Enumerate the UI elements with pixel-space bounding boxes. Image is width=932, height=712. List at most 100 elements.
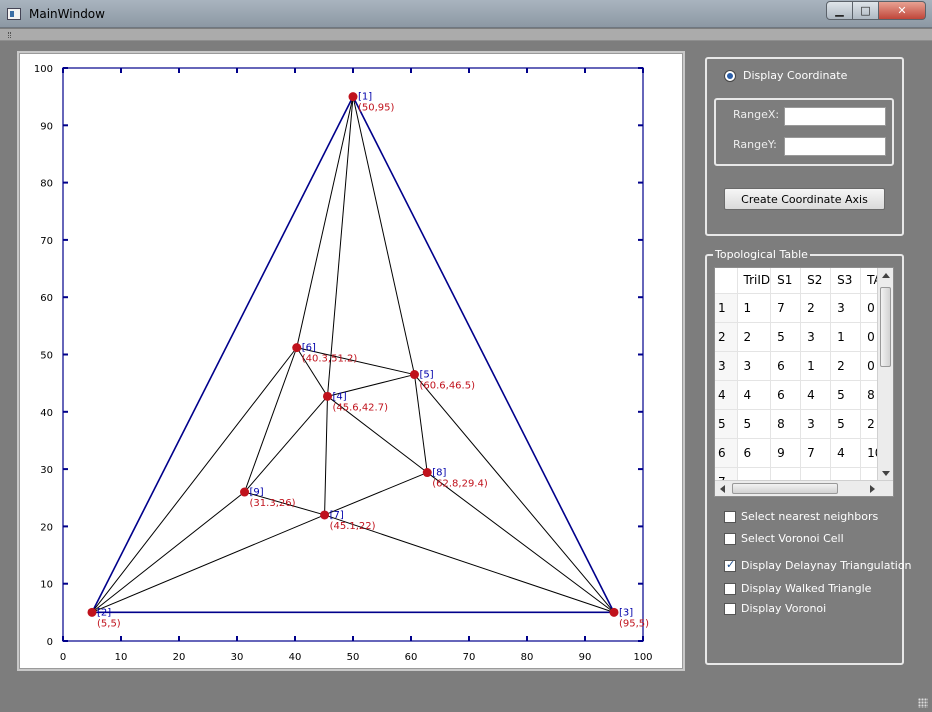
y-tick-label: 40 [40, 408, 53, 419]
y-tick-label: 50 [40, 351, 53, 362]
triangulation-edge [426, 472, 615, 613]
checkbox-box[interactable] [724, 532, 736, 545]
table-cell[interactable]: 2 [737, 322, 772, 352]
table-row[interactable]: 5 5 8 3 5 2 [715, 409, 886, 439]
table-cell[interactable]: 1 [737, 293, 772, 323]
table-cell[interactable]: 5 [830, 409, 862, 439]
table-cell[interactable]: 4 [800, 380, 832, 410]
point-coordinate-label: (62.8,29.4) [432, 479, 488, 490]
scroll-right-arrow-icon[interactable] [870, 485, 875, 493]
y-tick-label: 0 [47, 637, 53, 648]
y-tick-label: 100 [34, 64, 53, 75]
display-coordinate-radio[interactable]: Display Coordinate [724, 69, 847, 82]
column-header[interactable]: S3 [830, 268, 862, 294]
point-id-label: [7] [330, 510, 344, 521]
y-tick-label: 90 [40, 121, 53, 132]
table-horizontal-scrollbar[interactable] [715, 480, 893, 496]
close-button[interactable]: ✕ [879, 1, 926, 20]
table-cell[interactable]: 6 [770, 380, 802, 410]
point-id-label: [5] [419, 370, 433, 381]
table-cell[interactable]: 6 [770, 351, 802, 381]
table-row[interactable]: 3 3 6 1 2 0 [715, 351, 886, 381]
create-coordinate-axis-button[interactable]: Create Coordinate Axis [724, 188, 885, 210]
table-cell[interactable]: 5 [770, 322, 802, 352]
table-cell[interactable]: 3 [737, 351, 772, 381]
data-point [320, 510, 330, 520]
walked-triangle-checkbox[interactable]: Display Walked Triangle [724, 582, 871, 595]
horizontal-scroll-thumb[interactable] [732, 483, 838, 494]
row-header[interactable]: 4 [715, 380, 738, 410]
checkbox-box[interactable] [724, 582, 736, 595]
column-header[interactable]: TriID [737, 268, 772, 294]
table-vertical-scrollbar[interactable] [877, 268, 893, 481]
table-cell[interactable]: 3 [800, 322, 832, 352]
row-header[interactable]: 5 [715, 409, 738, 439]
y-tick-label: 10 [40, 580, 53, 591]
resize-grip-icon[interactable] [918, 698, 928, 708]
scroll-up-arrow-icon[interactable] [882, 273, 890, 278]
table-cell[interactable]: 7 [770, 293, 802, 323]
table-row[interactable]: 6 6 9 7 4 10 [715, 438, 886, 468]
table-cell[interactable]: 3 [800, 409, 832, 439]
x-tick-label: 20 [173, 652, 186, 663]
table-cell[interactable]: 5 [737, 409, 772, 439]
data-point [348, 92, 358, 102]
voronoi-cell-checkbox[interactable]: Select Voronoi Cell [724, 532, 844, 545]
checkbox-box[interactable] [724, 510, 736, 523]
minimize-button[interactable]: ▁ [826, 1, 853, 20]
table-cell[interactable]: 2 [800, 293, 832, 323]
point-coordinate-label: (95,5) [619, 618, 649, 629]
y-tick-label: 70 [40, 236, 53, 247]
row-header[interactable]: 6 [715, 438, 738, 468]
column-header[interactable]: S2 [800, 268, 832, 294]
triangulation-plot[interactable]: 0 10 20 30 40 50 60 70 80 90 100 0 10 20 30 40 50 60 70 80 9… [19, 53, 683, 669]
table-row[interactable]: 4 4 6 4 5 8 [715, 380, 886, 410]
checkbox-box[interactable] [724, 602, 736, 615]
maximize-button[interactable]: □ [853, 1, 879, 20]
title-bar: MainWindow ▁ □ ✕ [0, 0, 932, 28]
table-cell[interactable]: 2 [830, 351, 862, 381]
x-tick-label: 50 [347, 652, 360, 663]
triangulation-edge [91, 514, 325, 613]
table-cell[interactable]: 1 [830, 322, 862, 352]
table-cell[interactable]: 1 [800, 351, 832, 381]
scroll-left-arrow-icon[interactable] [720, 485, 725, 493]
window-title: MainWindow [29, 7, 105, 21]
point-id-label: [8] [432, 468, 446, 479]
toolbar-grip-icon[interactable] [8, 32, 11, 38]
table-row[interactable]: 1 1 7 2 3 0 [715, 293, 886, 323]
display-coordinate-label: Display Coordinate [743, 69, 848, 82]
triangulation-edge [244, 347, 298, 493]
range-x-input[interactable] [784, 107, 886, 126]
vertical-scroll-thumb[interactable] [880, 287, 891, 367]
topological-table[interactable]: TriID S1 S2 S3 TA 1 1 7 2 3 0 2 2 5 3 1 [714, 267, 894, 497]
table-cell[interactable]: 9 [770, 438, 802, 468]
scroll-down-arrow-icon[interactable] [882, 471, 890, 476]
data-point [322, 391, 332, 401]
row-header[interactable]: 2 [715, 322, 738, 352]
table-row[interactable]: 2 2 5 3 1 0 [715, 322, 886, 352]
table-cell[interactable]: 6 [737, 438, 772, 468]
row-header[interactable]: 3 [715, 351, 738, 381]
triangulation-edge [91, 491, 245, 613]
delaunay-triangulation-checkbox[interactable]: Display Delaynay Triangulation [724, 558, 912, 572]
table-cell[interactable]: 4 [830, 438, 862, 468]
range-y-input[interactable] [784, 137, 886, 156]
table-corner[interactable] [715, 268, 738, 294]
table-cell[interactable]: 3 [830, 293, 862, 323]
voronoi-cell-label: Select Voronoi Cell [741, 532, 844, 545]
radio-indicator-icon[interactable] [724, 69, 736, 82]
table-cell[interactable]: 7 [800, 438, 832, 468]
table-cell[interactable]: 5 [830, 380, 862, 410]
column-header[interactable]: S1 [770, 268, 802, 294]
delaunay-triangulation-label: Display Delaynay Triangulation [741, 559, 912, 572]
plot-canvas[interactable]: 0 10 20 30 40 50 60 70 80 90 100 0 10 20 30 40 50 60 70 80 9… [17, 51, 685, 671]
x-tick-label: 100 [633, 652, 652, 663]
checkmark-icon[interactable] [724, 558, 736, 572]
voronoi-checkbox[interactable]: Display Voronoi [724, 602, 826, 615]
triangulation-edge [324, 472, 428, 516]
row-header[interactable]: 1 [715, 293, 738, 323]
table-cell[interactable]: 8 [770, 409, 802, 439]
table-cell[interactable]: 4 [737, 380, 772, 410]
nearest-neighbors-checkbox[interactable]: Select nearest neighbors [724, 510, 878, 523]
